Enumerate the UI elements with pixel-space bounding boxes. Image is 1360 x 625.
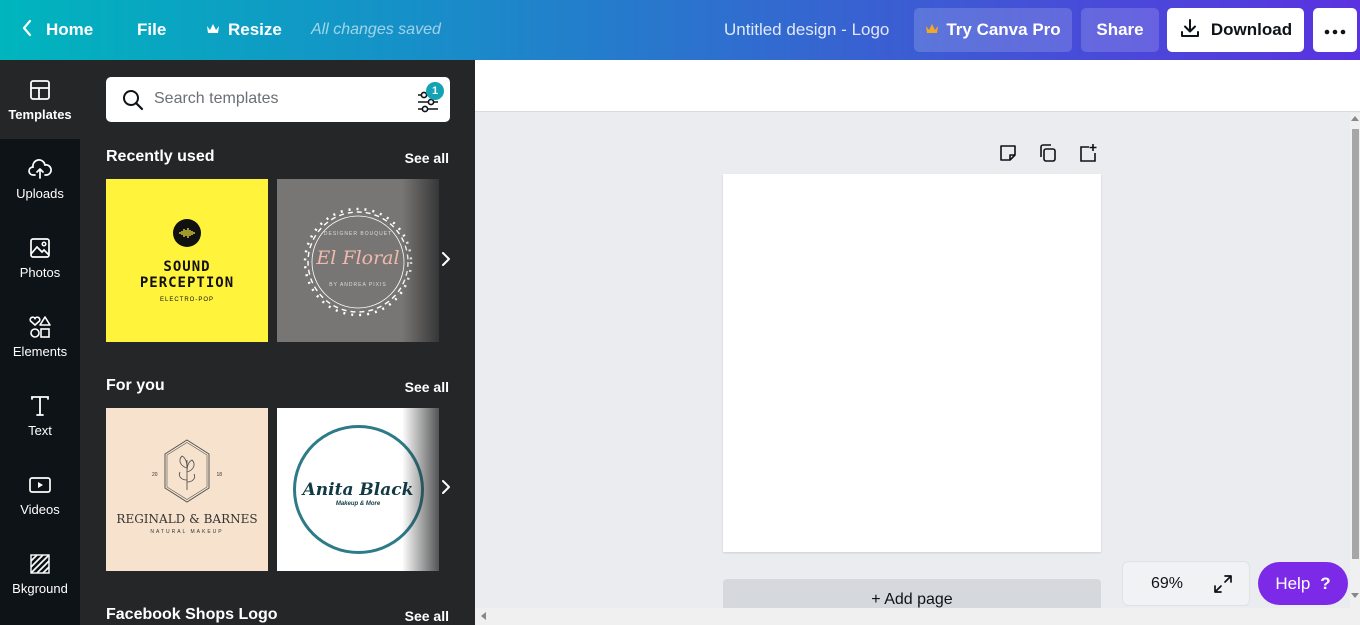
rail-item-text[interactable]: Text xyxy=(0,376,80,455)
zoom-control[interactable]: 69% xyxy=(1122,561,1250,606)
rail-item-templates[interactable]: Templates xyxy=(0,60,80,139)
rail-item-videos[interactable]: Videos xyxy=(0,455,80,534)
top-bar: Home File Resize All changes saved Untit… xyxy=(0,0,1360,60)
design-page[interactable] xyxy=(723,174,1101,552)
template-sound-perception[interactable]: SOUND PERCEPTION ELECTRO-POP xyxy=(106,179,268,342)
download-button[interactable]: Download xyxy=(1167,8,1304,52)
crown-icon xyxy=(925,20,939,40)
fullscreen-expand-icon[interactable] xyxy=(1213,574,1233,599)
rail-item-uploads[interactable]: Uploads xyxy=(0,139,80,218)
vertical-scrollbar[interactable] xyxy=(1350,113,1360,608)
duplicate-page-icon[interactable] xyxy=(1037,142,1059,164)
rail-label: Videos xyxy=(20,501,60,517)
scrollbar-thumb[interactable] xyxy=(1352,129,1359,559)
background-hatch-icon xyxy=(28,552,52,576)
rail-label: Bkground xyxy=(12,580,68,596)
search-box: 1 xyxy=(106,77,450,122)
template-text: SOUND xyxy=(163,258,211,275)
template-text: ELECTRO-POP xyxy=(159,296,214,303)
chevron-left-icon xyxy=(22,19,32,42)
template-text: PERCEPTION xyxy=(139,274,235,291)
more-dots-icon xyxy=(1324,20,1346,40)
template-text: REGINALD & BARNES xyxy=(116,512,258,526)
download-icon xyxy=(1179,17,1201,44)
more-options-button[interactable] xyxy=(1313,8,1357,52)
templates-panel: 1 Recently used See all SOUND PERCEPTION… xyxy=(80,60,475,625)
question-mark-icon: ? xyxy=(1320,573,1331,593)
rail-item-background[interactable]: Bkground xyxy=(0,534,80,613)
rail-label: Templates xyxy=(8,106,72,122)
see-all-recently-used[interactable]: See all xyxy=(405,150,449,166)
resize-button[interactable]: Resize xyxy=(206,0,282,60)
video-play-icon xyxy=(28,473,52,497)
section-title-recently-used: Recently used xyxy=(106,148,215,165)
template-reginald-barnes[interactable]: 20 18 REGINALD & BARNES NATURAL MAKEUP xyxy=(106,408,268,571)
home-label: Home xyxy=(46,20,94,39)
rail-label: Uploads xyxy=(16,185,64,201)
see-all-facebook-shops-logo[interactable]: See all xyxy=(405,608,449,624)
page-note-icon[interactable] xyxy=(997,142,1019,164)
chevron-right-icon xyxy=(441,251,451,272)
see-all-for-you[interactable]: See all xyxy=(405,379,449,395)
page-tools xyxy=(997,142,1099,164)
rail-label: Photos xyxy=(19,264,61,280)
rail-label: Elements xyxy=(12,343,68,359)
design-title[interactable]: Untitled design - Logo xyxy=(724,0,889,60)
save-status: All changes saved xyxy=(311,21,441,38)
template-text: NATURAL MAKEUP xyxy=(150,529,224,535)
search-input[interactable] xyxy=(154,85,404,113)
try-pro-label: Try Canva Pro xyxy=(946,20,1061,39)
home-button[interactable]: Home xyxy=(22,0,93,60)
rail-item-elements[interactable]: Elements xyxy=(0,297,80,376)
shapes-icon xyxy=(28,315,52,339)
zoom-value: 69% xyxy=(1151,574,1184,592)
resize-label: Resize xyxy=(228,20,282,39)
carousel-next-recently-used[interactable] xyxy=(436,246,456,276)
flower-hexagon-icon xyxy=(162,438,212,509)
help-label: Help xyxy=(1275,573,1311,593)
horizontal-scrollbar[interactable] xyxy=(475,608,1360,625)
rail-label: Text xyxy=(28,422,52,438)
scroll-up-arrow-icon[interactable] xyxy=(1351,116,1359,121)
image-icon xyxy=(28,236,52,260)
download-label: Download xyxy=(1210,20,1293,39)
templates-icon xyxy=(28,78,52,102)
template-text: 20 xyxy=(152,472,158,478)
upload-cloud-icon xyxy=(28,157,52,181)
share-button[interactable]: Share xyxy=(1081,8,1159,52)
soundwave-icon xyxy=(173,218,201,247)
try-canva-pro-button[interactable]: Try Canva Pro xyxy=(914,8,1072,52)
editor-toolbar xyxy=(475,60,1360,112)
scroll-down-arrow-icon[interactable] xyxy=(1351,593,1359,598)
filter-count-badge: 1 xyxy=(426,82,444,100)
scroll-left-arrow-icon[interactable] xyxy=(481,612,486,620)
crown-icon xyxy=(206,20,220,40)
help-button[interactable]: Help ? xyxy=(1258,562,1348,605)
carousel-next-for-you[interactable] xyxy=(436,474,456,504)
rail-item-photos[interactable]: Photos xyxy=(0,218,80,297)
section-title-for-you: For you xyxy=(106,377,165,394)
section-title-facebook-shops-logo: Facebook Shops Logo xyxy=(106,606,278,623)
side-nav-rail: Templates Uploads Photos Elements Text V… xyxy=(0,60,80,625)
text-t-icon xyxy=(28,394,52,418)
template-text: 18 xyxy=(216,472,222,478)
chevron-right-icon xyxy=(441,479,451,500)
search-icon xyxy=(122,89,144,116)
add-page-icon[interactable] xyxy=(1077,142,1099,164)
file-menu-button[interactable]: File xyxy=(137,0,166,60)
add-page-button[interactable]: + Add page xyxy=(723,579,1101,611)
